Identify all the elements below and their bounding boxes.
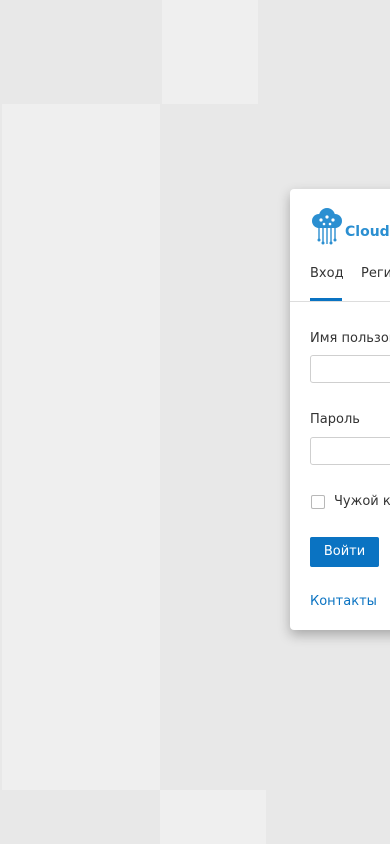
- public-computer-label[interactable]: Чужой ко: [334, 494, 390, 509]
- active-tab-indicator: [310, 298, 342, 301]
- login-button[interactable]: Войти: [310, 537, 379, 567]
- tab-login[interactable]: Вход: [310, 265, 344, 283]
- public-computer-checkbox[interactable]: [311, 495, 325, 509]
- tree-cloud-icon: [312, 208, 342, 245]
- background-tile: [162, 0, 258, 104]
- page-background: CloudPa Вход Реги Имя пользов Пароль Чуж…: [0, 0, 390, 844]
- background-tile: [160, 790, 266, 844]
- password-label: Пароль: [310, 412, 360, 427]
- password-field[interactable]: [310, 437, 390, 465]
- login-card: CloudPa Вход Реги Имя пользов Пароль Чуж…: [290, 189, 390, 630]
- auth-tabs: Вход Реги: [290, 265, 390, 302]
- background-tile: [2, 104, 160, 790]
- username-label: Имя пользов: [310, 331, 390, 346]
- tab-register[interactable]: Реги: [361, 265, 390, 283]
- brand-name: CloudPa: [345, 223, 390, 240]
- username-field[interactable]: [310, 355, 390, 383]
- contacts-link[interactable]: Контакты: [310, 594, 377, 609]
- brand-logo: CloudPa: [309, 207, 390, 247]
